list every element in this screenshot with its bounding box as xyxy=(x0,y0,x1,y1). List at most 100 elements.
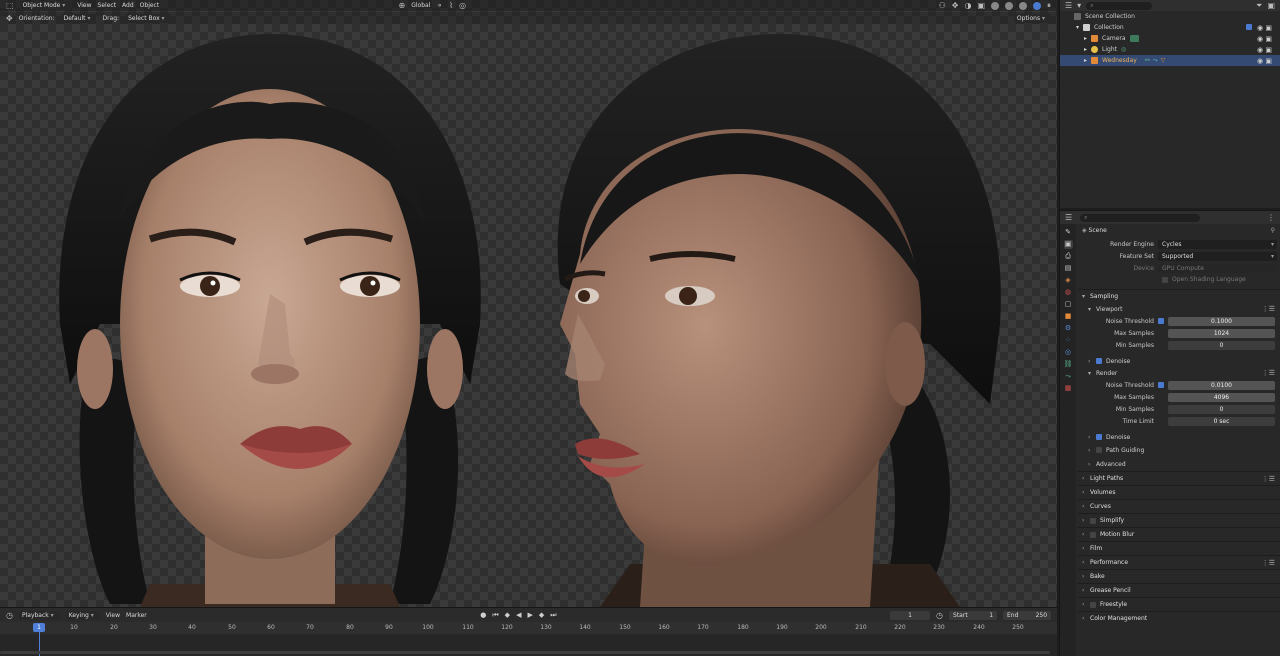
render-min-samples-field[interactable]: 0 xyxy=(1168,404,1275,414)
camera-render-icon[interactable]: ▣ xyxy=(1265,57,1272,65)
menu-select[interactable]: Select xyxy=(98,2,117,9)
camera-data-icon[interactable] xyxy=(1129,35,1139,42)
viewport-denoise-checkbox[interactable] xyxy=(1096,358,1102,364)
wireframe-shading-icon[interactable] xyxy=(991,1,1000,10)
timeline-view-menu[interactable]: View xyxy=(106,612,120,619)
light-data-icon[interactable]: ◎ xyxy=(1121,46,1126,53)
start-frame-field[interactable]: Start 1 xyxy=(949,610,998,620)
new-collection-icon[interactable]: ▣ xyxy=(1267,1,1275,10)
playback-menu[interactable]: Playback xyxy=(18,610,60,620)
pin-icon[interactable]: ⚲ xyxy=(1271,224,1275,238)
presets-icon[interactable]: ⋮☰ xyxy=(1262,305,1275,313)
data-tab-icon[interactable]: ⤳ xyxy=(1064,372,1073,381)
proportional-edit-icon[interactable]: ◎ xyxy=(459,1,466,10)
editor-type-icon[interactable]: ⬚ xyxy=(6,1,14,10)
keying-menu[interactable]: Keying xyxy=(65,610,100,620)
pivot-icon[interactable]: ⚬ xyxy=(436,1,443,10)
stopwatch-icon[interactable]: ◷ xyxy=(936,611,943,620)
path-guiding-checkbox[interactable] xyxy=(1096,447,1102,453)
viewport-noise-threshold-field[interactable]: 0.1000 xyxy=(1168,316,1275,326)
particles-tab-icon[interactable]: ⁘ xyxy=(1064,336,1073,345)
render-denoise-checkbox[interactable] xyxy=(1096,434,1102,440)
overlay-icon[interactable]: ◑ xyxy=(964,1,971,10)
motion-blur-checkbox[interactable] xyxy=(1090,531,1096,538)
osl-checkbox[interactable] xyxy=(1162,276,1168,283)
world-tab-icon[interactable]: ◍ xyxy=(1064,288,1073,297)
outliner-search-input[interactable]: ⌕ xyxy=(1086,1,1153,10)
simplify-section[interactable]: › Simplify xyxy=(1078,513,1280,527)
filter-icon[interactable]: ⏷ xyxy=(1256,1,1262,10)
playhead[interactable]: 1 xyxy=(33,623,45,632)
modifier-tab-icon[interactable]: ⚙ xyxy=(1064,324,1073,333)
outliner-row-wednesday[interactable]: ▸ Wednesday ⚯ ⤳ ▽ ◉ ▣ xyxy=(1060,55,1280,66)
transform-orientation-dropdown[interactable]: Global xyxy=(411,2,430,9)
eye-icon[interactable]: ◉ xyxy=(1257,24,1263,32)
drag-dropdown[interactable]: Select Box xyxy=(125,13,171,23)
advanced-subpanel[interactable]: › Advanced xyxy=(1078,457,1280,471)
viewport-min-samples-field[interactable]: 0 xyxy=(1168,340,1275,350)
render-time-limit-field[interactable]: 0 sec xyxy=(1168,416,1275,426)
viewport-max-samples-field[interactable]: 1024 xyxy=(1168,328,1275,338)
frame-ruler[interactable]: 10 20 30 40 50 60 70 80 90 100 110 120 1… xyxy=(0,622,1057,634)
render-tab-icon[interactable]: ▣ xyxy=(1063,240,1073,249)
device-dropdown[interactable]: GPU Compute xyxy=(1158,263,1277,273)
volumes-section[interactable]: › Volumes xyxy=(1078,485,1280,499)
camera-render-icon[interactable]: ▣ xyxy=(1265,24,1272,32)
freestyle-checkbox[interactable] xyxy=(1090,601,1096,608)
render-noise-threshold-checkbox[interactable] xyxy=(1158,382,1164,388)
outliner-row-collection[interactable]: ▾ Collection ◉ ▣ xyxy=(1060,22,1280,33)
tool-tab-icon[interactable]: ✎ xyxy=(1064,228,1073,237)
material-shading-icon[interactable] xyxy=(1019,1,1028,10)
presets-icon[interactable]: ⋮☰ xyxy=(1262,369,1275,377)
outliner-row-light[interactable]: ▸ Light ◎ ◉ ▣ xyxy=(1060,44,1280,55)
play-icon[interactable]: ▶ xyxy=(527,611,532,619)
simplify-checkbox[interactable] xyxy=(1090,517,1096,524)
clock-icon[interactable]: ◷ xyxy=(6,611,13,620)
jump-end-icon[interactable]: ⏭ xyxy=(550,611,556,620)
menu-add[interactable]: Add xyxy=(122,2,134,9)
display-mode-icon[interactable]: ▾ xyxy=(1077,1,1081,10)
output-tab-icon[interactable]: ⎙ xyxy=(1064,252,1073,261)
viewport-subpanel[interactable]: ▾ Viewport ⋮☰ xyxy=(1078,303,1280,315)
view-layer-tab-icon[interactable]: ▤ xyxy=(1064,264,1073,273)
snap-icon[interactable]: ⌇ xyxy=(449,1,453,10)
timeline-editor[interactable]: ◷ Playback Keying View Marker ● ⏮ ◆ ◀ ▶ … xyxy=(0,607,1057,656)
viewport-noise-threshold-checkbox[interactable] xyxy=(1158,318,1164,324)
jump-start-icon[interactable]: ⏮ xyxy=(492,611,498,620)
film-section[interactable]: › Film xyxy=(1078,541,1280,555)
gizmo-icon[interactable]: ✥ xyxy=(952,1,959,10)
expand-icon[interactable]: ▸ xyxy=(1084,57,1087,64)
presets-icon[interactable]: ⋮☰ xyxy=(1262,559,1275,567)
xray-icon[interactable]: ▣ xyxy=(977,1,985,10)
scene-tab-icon[interactable]: ◈ xyxy=(1064,276,1073,285)
freestyle-section[interactable]: › Freestyle xyxy=(1078,597,1280,611)
expand-icon[interactable]: ▸ xyxy=(1084,35,1087,42)
play-reverse-icon[interactable]: ◀ xyxy=(516,611,521,619)
timeline-scrollbar[interactable] xyxy=(0,651,1050,654)
outliner-row-scene-collection[interactable]: Scene Collection xyxy=(1060,11,1280,22)
color-management-section[interactable]: › Color Management xyxy=(1078,611,1280,625)
render-subpanel[interactable]: ▾ Render ⋮☰ xyxy=(1078,367,1280,379)
performance-section[interactable]: › Performance ⋮☰ xyxy=(1078,555,1280,569)
mode-dropdown[interactable]: Object Mode xyxy=(19,1,72,10)
grease-pencil-section[interactable]: › Grease Pencil xyxy=(1078,583,1280,597)
eye-icon[interactable]: ◉ xyxy=(1257,57,1263,65)
physics-tab-icon[interactable]: ◎ xyxy=(1064,348,1073,357)
properties-editor-icon[interactable]: ☰ xyxy=(1065,213,1072,222)
light-paths-section[interactable]: › Light Paths ⋮☰ xyxy=(1078,471,1280,485)
visibility-icon[interactable]: ⚇ xyxy=(939,1,946,10)
render-denoise-subpanel[interactable]: › Denoise xyxy=(1078,431,1280,443)
properties-search-input[interactable]: ⌕ xyxy=(1080,213,1201,222)
motion-blur-section[interactable]: › Motion Blur xyxy=(1078,527,1280,541)
modifier-icon[interactable]: ⚯ xyxy=(1145,57,1150,64)
texture-tab-icon[interactable]: ▦ xyxy=(1064,384,1073,393)
constraints-tab-icon[interactable]: ⛓ xyxy=(1064,360,1073,369)
current-frame-field[interactable]: 1 xyxy=(890,610,931,620)
options-dropdown[interactable]: Options xyxy=(1013,13,1051,23)
solid-shading-icon[interactable] xyxy=(1005,1,1014,10)
menu-object[interactable]: Object xyxy=(140,2,160,9)
exclude-checkbox[interactable] xyxy=(1246,23,1253,30)
3d-viewport[interactable]: ⬚ Object Mode View Select Add Object ⊕ G… xyxy=(0,0,1057,607)
orientation-dropdown[interactable]: Default xyxy=(60,13,97,23)
render-noise-threshold-field[interactable]: 0.0100 xyxy=(1168,380,1275,390)
